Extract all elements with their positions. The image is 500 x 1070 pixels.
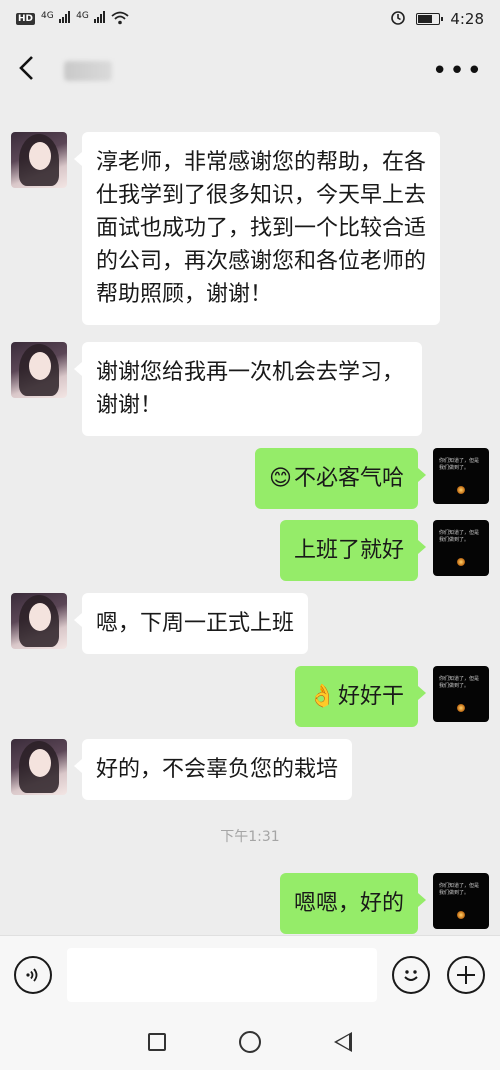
signal-icon: [59, 11, 71, 24]
voice-icon: [26, 968, 38, 982]
self-avatar[interactable]: 你们知道了，但是我们做到了。: [433, 873, 489, 929]
emoji-button[interactable]: [392, 956, 430, 994]
recent-apps-button[interactable]: [145, 1030, 169, 1054]
message-input[interactable]: [67, 948, 377, 1002]
self-avatar[interactable]: 你们知道了，但是我们做到了。: [433, 666, 489, 722]
battery-icon: [416, 13, 444, 25]
message-bubble[interactable]: 👌好好干: [294, 666, 427, 727]
message-bubble[interactable]: 上班了就好: [279, 520, 427, 581]
home-button[interactable]: [238, 1030, 262, 1054]
message-bubble[interactable]: 嗯嗯，好的: [279, 873, 427, 934]
self-avatar[interactable]: 你们知道了，但是我们做到了。: [433, 448, 489, 504]
circle-icon: [238, 1030, 261, 1053]
signal-2: 4G: [76, 10, 106, 28]
message-text: 不必客气哈: [293, 466, 404, 491]
contact-avatar[interactable]: [11, 593, 67, 649]
message-bubble[interactable]: 谢谢您给我再一次机会去学习，谢谢！: [74, 342, 422, 436]
self-avatar[interactable]: 你们知道了，但是我们做到了。: [433, 520, 489, 576]
avatar-caption: 你们知道了，但是我们做到了。: [439, 530, 480, 543]
message-bubble[interactable]: 淳老师，非常感谢您的帮助，在各仕我学到了很多知识，今天早上去面试也成功了，找到一…: [74, 132, 440, 325]
network-type-2: 4G: [76, 10, 89, 21]
hd-badge: HD: [16, 13, 36, 25]
avatar-caption: 你们知道了，但是我们做到了。: [439, 676, 480, 689]
message-text: 好好干: [337, 684, 404, 709]
system-back-button[interactable]: [331, 1030, 355, 1054]
ok-hand-emoji-icon: 👌: [308, 684, 336, 709]
plus-button[interactable]: [447, 956, 485, 994]
input-bar: [0, 935, 500, 1013]
chevron-left-icon: [19, 56, 33, 80]
avatar-caption: 你们知道了，但是我们做到了。: [439, 883, 480, 896]
network-type-1: 4G: [41, 10, 54, 21]
signal-1: 4G: [41, 10, 71, 28]
signal-icon: [94, 11, 106, 24]
message-bubble[interactable]: 好的，不会辜负您的栽培: [73, 739, 353, 800]
square-icon: [147, 1032, 166, 1051]
system-navigation-bar: [0, 1013, 500, 1070]
contact-name-blurred: [64, 61, 112, 81]
chat-area[interactable]: 淳老师，非常感谢您的帮助，在各仕我学到了很多知识，今天早上去面试也成功了，找到一…: [0, 120, 500, 935]
plus-icon: [457, 966, 475, 984]
emoji-icon: [404, 970, 418, 981]
back-button[interactable]: [16, 54, 46, 88]
system-hint: [0, 88, 500, 104]
voice-button[interactable]: [14, 956, 52, 994]
more-options-button[interactable]: •••: [432, 56, 484, 86]
contact-avatar[interactable]: [11, 342, 67, 398]
contact-avatar[interactable]: [11, 132, 67, 188]
contact-avatar[interactable]: [11, 739, 67, 795]
triangle-back-icon: [334, 1031, 353, 1052]
message-timestamp: 下午1:31: [220, 829, 280, 845]
avatar-caption: 你们知道了，但是我们做到了。: [439, 458, 480, 471]
wifi-icon: [111, 10, 129, 29]
status-right: 4:28: [390, 9, 484, 29]
smile-emoji-icon: 😊: [269, 466, 292, 491]
status-bar: HD 4G 4G 4:28: [0, 0, 500, 38]
status-time: 4:28: [450, 10, 484, 28]
status-left: HD 4G 4G: [16, 10, 129, 29]
message-bubble[interactable]: 嗯，下周一正式上班: [73, 593, 309, 654]
message-bubble[interactable]: 😊不必客气哈: [255, 448, 426, 509]
alarm-icon: [390, 9, 406, 29]
